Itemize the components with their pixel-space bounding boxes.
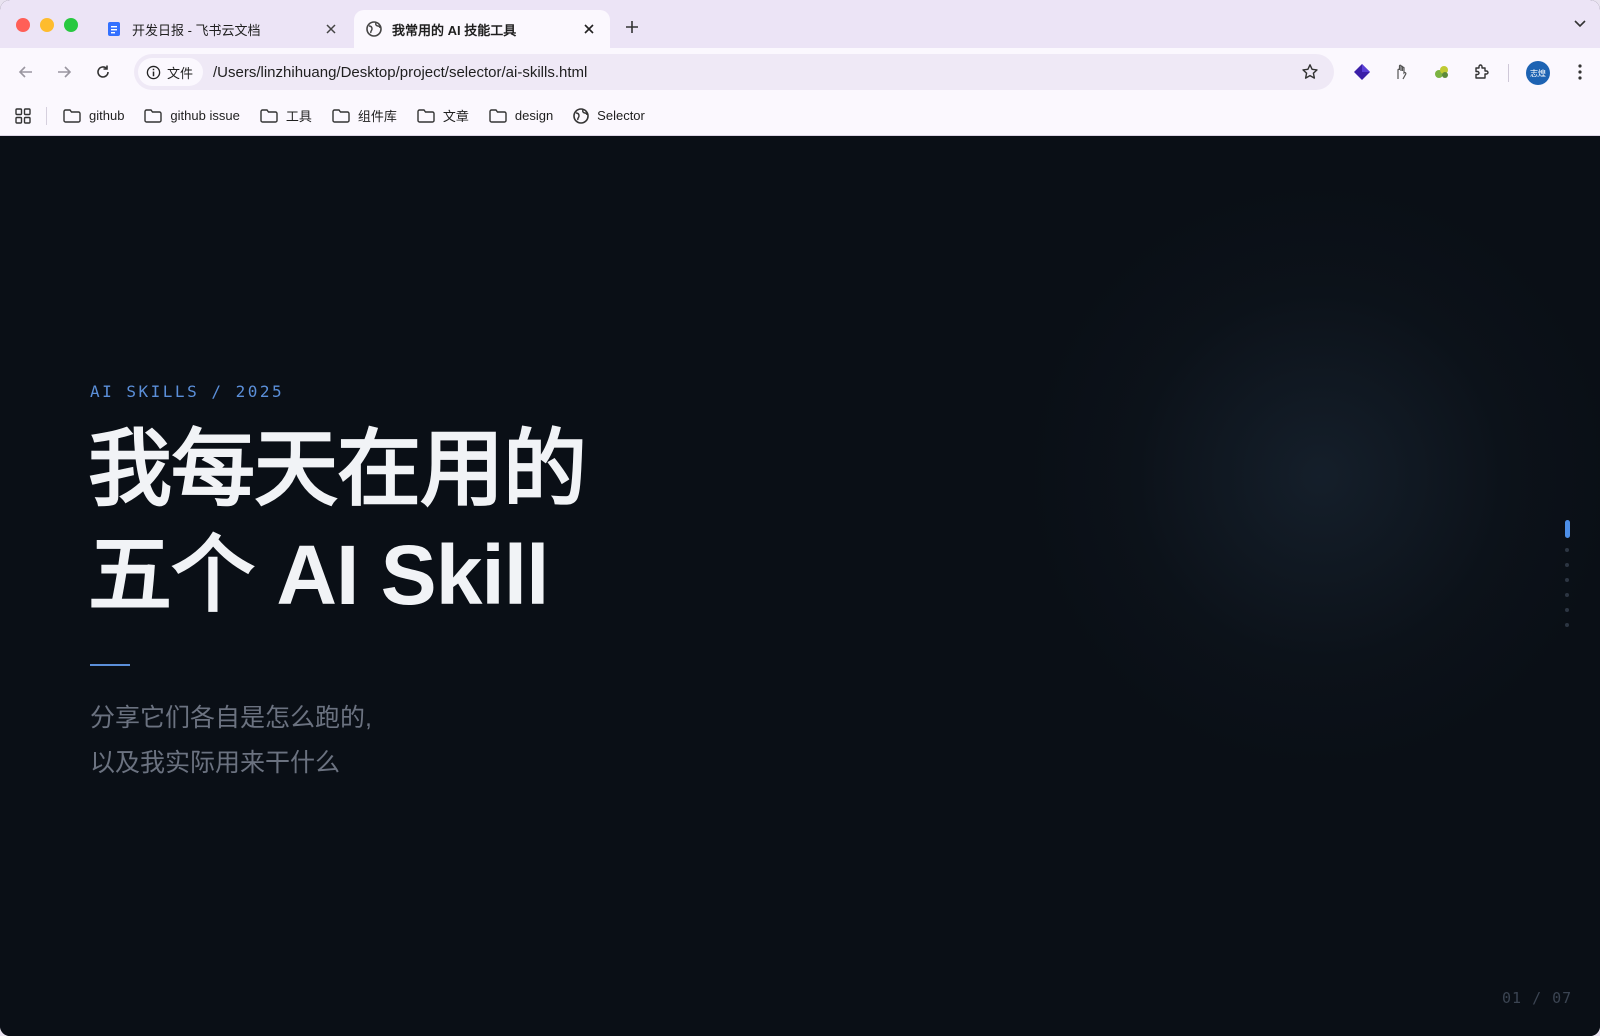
- slide-dot-7[interactable]: [1565, 623, 1569, 627]
- bookmark-selector[interactable]: Selector: [573, 107, 645, 124]
- more-vertical-icon: [1578, 64, 1582, 80]
- info-icon: [146, 65, 161, 79]
- bookmark-star-icon[interactable]: [1296, 58, 1324, 86]
- slide-dot-5[interactable]: [1565, 593, 1569, 597]
- folder-icon: [489, 108, 507, 123]
- slide-subtitle-line-2: 以及我实际用来干什么: [90, 749, 341, 777]
- new-tab-button[interactable]: [620, 15, 644, 39]
- globe-icon: [366, 21, 382, 37]
- folder-icon: [144, 108, 163, 123]
- slide-subtitle: 分享它们各自是怎么跑的, 以及我实际用来干什么: [90, 696, 372, 786]
- doc-icon: [106, 21, 122, 37]
- bookmarks-divider: [46, 106, 47, 125]
- slide-progress-dots: [1563, 520, 1571, 638]
- toolbar-divider: [1508, 64, 1509, 82]
- bookmark-github-issue[interactable]: github issue: [144, 108, 240, 123]
- globe-icon: [573, 107, 589, 124]
- tab-search-button[interactable]: [1566, 12, 1594, 36]
- slide-title-line-1: 我每天在用的: [88, 422, 587, 516]
- tab-feishu-doc[interactable]: 开发日报 - 飞书云文档: [94, 10, 352, 48]
- plus-icon: [626, 21, 638, 33]
- slide-dot-2[interactable]: [1565, 548, 1569, 552]
- scheme-label: 文件: [167, 65, 194, 81]
- tab-title: 我常用的 AI 技能工具: [392, 22, 517, 38]
- slide-dot-6[interactable]: [1565, 608, 1569, 612]
- close-window-button[interactable]: [16, 18, 30, 32]
- extension-green-icon[interactable]: [1428, 58, 1456, 86]
- apps-grid-icon[interactable]: [12, 105, 34, 127]
- site-info-chip[interactable]: 文件: [138, 58, 204, 86]
- reload-button[interactable]: [89, 58, 117, 86]
- tab-title: 开发日报 - 飞书云文档: [132, 22, 261, 38]
- bookmark-label: github: [89, 108, 125, 123]
- slide-dot-3[interactable]: [1565, 563, 1569, 567]
- extensions-puzzle-icon[interactable]: [1468, 58, 1496, 86]
- minimize-window-button[interactable]: [40, 18, 54, 32]
- bookmark-design[interactable]: design: [489, 108, 553, 123]
- bookmark-label: 组件库: [357, 109, 397, 124]
- tab-ai-skills[interactable]: 我常用的 AI 技能工具: [354, 10, 610, 48]
- chevron-down-icon: [1574, 20, 1586, 28]
- browser-window: 开发日报 - 飞书云文档 我常用的 AI 技能工具 文件 /Users/linz…: [0, 0, 1600, 1036]
- slide-title: 我每天在用的 五个 AI Skill: [88, 416, 888, 628]
- slide-page: AI SKILLS / 2025 我每天在用的 五个 AI Skill 分享它们…: [0, 136, 1600, 1036]
- slide-dot-4[interactable]: [1565, 578, 1569, 582]
- bookmark-label: design: [514, 108, 554, 123]
- bookmark-label: Selector: [597, 108, 645, 123]
- bookmark-articles[interactable]: 文章: [417, 106, 469, 125]
- browser-toolbar: 文件 /Users/linzhihuang/Desktop/project/se…: [0, 48, 1600, 96]
- zoom-window-button[interactable]: [64, 18, 78, 32]
- slide-pager: 01 / 07: [1502, 989, 1573, 1007]
- tab-strip: 开发日报 - 飞书云文档 我常用的 AI 技能工具: [0, 0, 1600, 48]
- bookmark-label: github issue: [170, 108, 240, 123]
- slide-dot-1[interactable]: [1564, 520, 1570, 538]
- extension-hand-icon[interactable]: [1388, 58, 1416, 86]
- address-bar[interactable]: 文件 /Users/linzhihuang/Desktop/project/se…: [134, 54, 1334, 90]
- back-button[interactable]: [12, 58, 40, 86]
- slide-eyebrow: AI SKILLS / 2025: [90, 382, 285, 401]
- bookmark-label: 工具: [285, 109, 312, 124]
- close-tab-icon[interactable]: [322, 20, 340, 38]
- arrow-left-icon: [18, 66, 32, 78]
- url-text[interactable]: /Users/linzhihuang/Desktop/project/selec…: [213, 64, 1296, 81]
- profile-initials: 志煌: [1530, 68, 1546, 78]
- profile-avatar[interactable]: 志煌: [1526, 61, 1550, 85]
- bookmarks-bar: github github issue 工具 组件库 文章 design Sel…: [0, 96, 1600, 136]
- extension-purple-icon[interactable]: [1348, 58, 1376, 86]
- slide-subtitle-line-1: 分享它们各自是怎么跑的,: [90, 704, 372, 732]
- folder-icon: [260, 108, 278, 123]
- folder-icon: [417, 108, 435, 123]
- forward-button[interactable]: [50, 58, 78, 86]
- browser-menu-button[interactable]: [1566, 58, 1594, 86]
- arrow-right-icon: [58, 66, 72, 78]
- bookmark-tools[interactable]: 工具: [260, 106, 312, 125]
- accent-divider: [90, 664, 130, 666]
- bookmark-label: 文章: [442, 109, 469, 124]
- background-glow: [1020, 176, 1600, 776]
- folder-icon: [332, 108, 350, 123]
- bookmark-github[interactable]: github: [63, 108, 124, 123]
- bookmark-component-library[interactable]: 组件库: [332, 106, 397, 125]
- reload-icon: [97, 65, 109, 78]
- close-tab-icon[interactable]: [580, 20, 598, 38]
- slide-title-line-2: 五个 AI Skill: [88, 528, 549, 622]
- folder-icon: [63, 108, 81, 123]
